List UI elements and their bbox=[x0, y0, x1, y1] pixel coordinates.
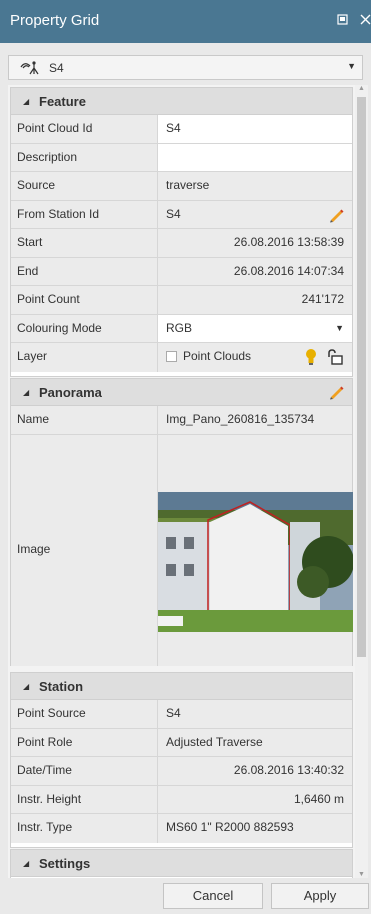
collapse-icon[interactable]: ◢ bbox=[23, 388, 29, 397]
object-selector[interactable]: S4 ▼ bbox=[8, 55, 363, 80]
lightbulb-icon[interactable] bbox=[304, 348, 318, 366]
row-name: Name Img_Pano_260816_135734 bbox=[11, 406, 352, 435]
layer-cell: Point Clouds bbox=[158, 343, 352, 372]
row-source: Source traverse bbox=[11, 172, 352, 201]
pencil-icon[interactable] bbox=[328, 384, 344, 400]
property-name: Image bbox=[11, 434, 158, 666]
property-name: Instr. Height bbox=[11, 785, 158, 813]
row-instr-type: Instr. Type MS60 1" R2000 882593 bbox=[11, 814, 352, 843]
property-name: Point Source bbox=[11, 700, 158, 728]
title-bar: Property Grid bbox=[0, 0, 371, 43]
date-time-value: 26.08.2016 13:40:32 bbox=[158, 757, 352, 785]
from-station-cell: S4 bbox=[158, 200, 352, 228]
property-name: Colouring Mode bbox=[11, 314, 158, 342]
row-point-count: Point Count 241'172 bbox=[11, 286, 352, 315]
layer-checkbox[interactable] bbox=[166, 351, 177, 363]
image-cell bbox=[158, 434, 353, 666]
row-image: Image bbox=[11, 434, 353, 666]
cancel-button[interactable]: Cancel bbox=[163, 883, 263, 909]
scroll-down-icon[interactable]: ▼ bbox=[358, 871, 365, 878]
row-point-source: Point Source S4 bbox=[11, 700, 352, 729]
point-source-value: S4 bbox=[158, 700, 352, 728]
station-header[interactable]: ◢ Station bbox=[11, 673, 352, 700]
settings-header-label: Settings bbox=[39, 856, 91, 871]
row-end: End 26.08.2016 14:07:34 bbox=[11, 257, 352, 286]
pencil-icon[interactable] bbox=[328, 207, 344, 223]
chevron-down-icon[interactable]: ▼ bbox=[347, 61, 356, 71]
property-name: Date/Time bbox=[11, 757, 158, 785]
instr-height-value: 1,6460 m bbox=[158, 785, 352, 813]
row-point-role: Point Role Adjusted Traverse bbox=[11, 728, 352, 757]
property-name: Layer bbox=[11, 343, 158, 372]
description-field[interactable] bbox=[158, 143, 352, 171]
vertical-scrollbar[interactable]: ▲ ▼ bbox=[355, 85, 368, 878]
feature-section: ◢ Feature Point Cloud Id S4 Description … bbox=[10, 87, 353, 377]
close-icon[interactable] bbox=[360, 14, 371, 25]
property-name: From Station Id bbox=[11, 200, 158, 228]
row-start: Start 26.08.2016 13:58:39 bbox=[11, 229, 352, 258]
layer-value: Point Clouds bbox=[183, 349, 252, 363]
property-name: Source bbox=[11, 172, 158, 200]
panorama-name-value: Img_Pano_260816_135734 bbox=[158, 406, 352, 434]
property-name: Instr. Type bbox=[11, 814, 158, 843]
scrollbar-thumb[interactable] bbox=[357, 97, 366, 657]
collapse-icon[interactable]: ◢ bbox=[23, 97, 29, 106]
row-point-cloud-id: Point Cloud Id S4 bbox=[11, 115, 352, 144]
property-name: Point Cloud Id bbox=[11, 115, 158, 143]
start-value: 26.08.2016 13:58:39 bbox=[158, 229, 352, 257]
instr-type-value: MS60 1" R2000 882593 bbox=[158, 814, 352, 843]
property-name: Point Count bbox=[11, 286, 158, 314]
settings-section: ◢ Settings bbox=[10, 849, 353, 878]
row-layer: Layer Point Clouds bbox=[11, 343, 352, 372]
panorama-header-label: Panorama bbox=[39, 385, 102, 400]
settings-header[interactable]: ◢ Settings bbox=[11, 850, 352, 877]
point-role-value: Adjusted Traverse bbox=[158, 728, 352, 756]
property-name: Start bbox=[11, 229, 158, 257]
panorama-section: ◢ Panorama Name Img_Pano_260816_135734 I… bbox=[10, 378, 353, 666]
panorama-thumbnail[interactable] bbox=[158, 491, 353, 632]
colouring-mode-value: RGB bbox=[166, 320, 193, 335]
point-cloud-id-field[interactable]: S4 bbox=[158, 115, 352, 143]
restore-icon[interactable] bbox=[337, 14, 348, 25]
property-name: Point Role bbox=[11, 728, 158, 756]
selector-value: S4 bbox=[49, 61, 64, 75]
panorama-header[interactable]: ◢ Panorama bbox=[11, 379, 352, 406]
collapse-icon[interactable]: ◢ bbox=[23, 859, 29, 868]
feature-header[interactable]: ◢ Feature bbox=[11, 88, 352, 115]
from-station-value: S4 bbox=[166, 206, 181, 221]
station-icon bbox=[20, 61, 39, 75]
row-from-station-id: From Station Id S4 bbox=[11, 200, 352, 229]
end-value: 26.08.2016 14:07:34 bbox=[158, 257, 352, 285]
point-count-value: 241'172 bbox=[158, 286, 352, 314]
row-instr-height: Instr. Height 1,6460 m bbox=[11, 785, 352, 814]
unlock-icon[interactable] bbox=[326, 349, 344, 365]
row-colouring-mode: Colouring Mode RGB ▼ bbox=[11, 314, 352, 343]
property-name: Name bbox=[11, 406, 158, 434]
source-value: traverse bbox=[158, 172, 352, 200]
feature-header-label: Feature bbox=[39, 94, 86, 109]
collapse-icon[interactable]: ◢ bbox=[23, 682, 29, 691]
apply-button[interactable]: Apply bbox=[271, 883, 369, 909]
property-name: Description bbox=[11, 143, 158, 171]
station-section: ◢ Station Point Source S4 Point Role Adj… bbox=[10, 672, 353, 848]
station-header-label: Station bbox=[39, 679, 84, 694]
window-title: Property Grid bbox=[10, 12, 100, 29]
property-name: End bbox=[11, 257, 158, 285]
row-date-time: Date/Time 26.08.2016 13:40:32 bbox=[11, 757, 352, 786]
scroll-up-icon[interactable]: ▲ bbox=[358, 85, 365, 92]
colouring-mode-select[interactable]: RGB ▼ bbox=[158, 314, 352, 342]
row-description: Description bbox=[11, 143, 352, 172]
chevron-down-icon[interactable]: ▼ bbox=[335, 315, 344, 342]
